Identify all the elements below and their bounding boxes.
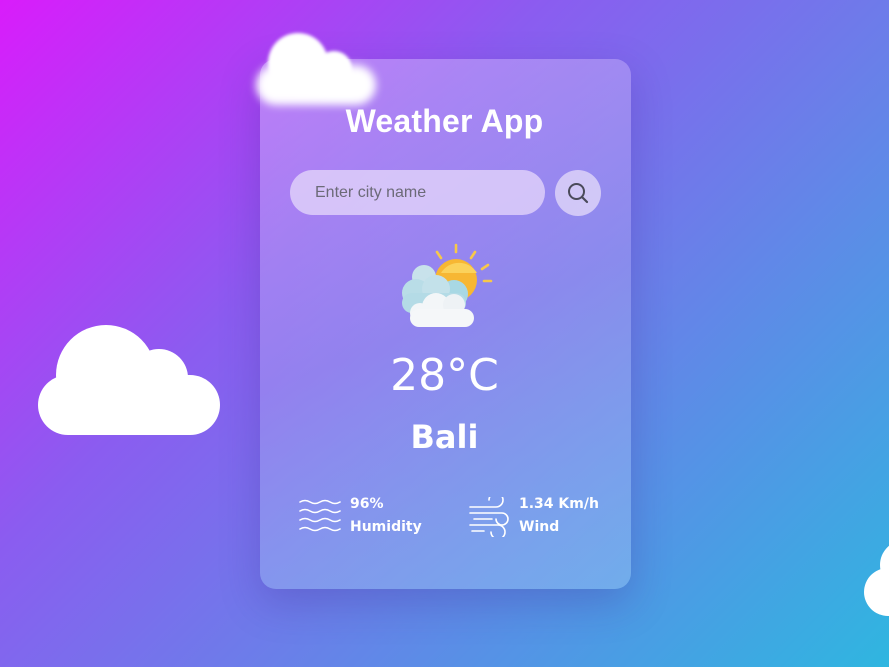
city-search-input[interactable] [290, 170, 545, 215]
humidity-details: 96% Humidity [350, 493, 422, 539]
wind-value: 1.34 Km/h [519, 496, 599, 512]
app-title: Weather App [345, 103, 544, 139]
background-cloud-right [864, 540, 889, 620]
humidity-label: Humidity [350, 519, 422, 535]
wind-details: 1.34 Km/h Wind [519, 493, 599, 539]
city-name: Bali [410, 418, 479, 456]
background-cloud-top [256, 33, 380, 109]
humidity-value: 96% [350, 496, 384, 512]
temperature-value: 28°C [390, 350, 499, 401]
search-icon [568, 183, 589, 204]
wind-label: Wind [519, 519, 560, 535]
partly-cloudy-icon [402, 243, 493, 327]
search-button[interactable] [555, 170, 601, 216]
wind-icon [469, 497, 509, 537]
humidity-icon [299, 499, 341, 532]
